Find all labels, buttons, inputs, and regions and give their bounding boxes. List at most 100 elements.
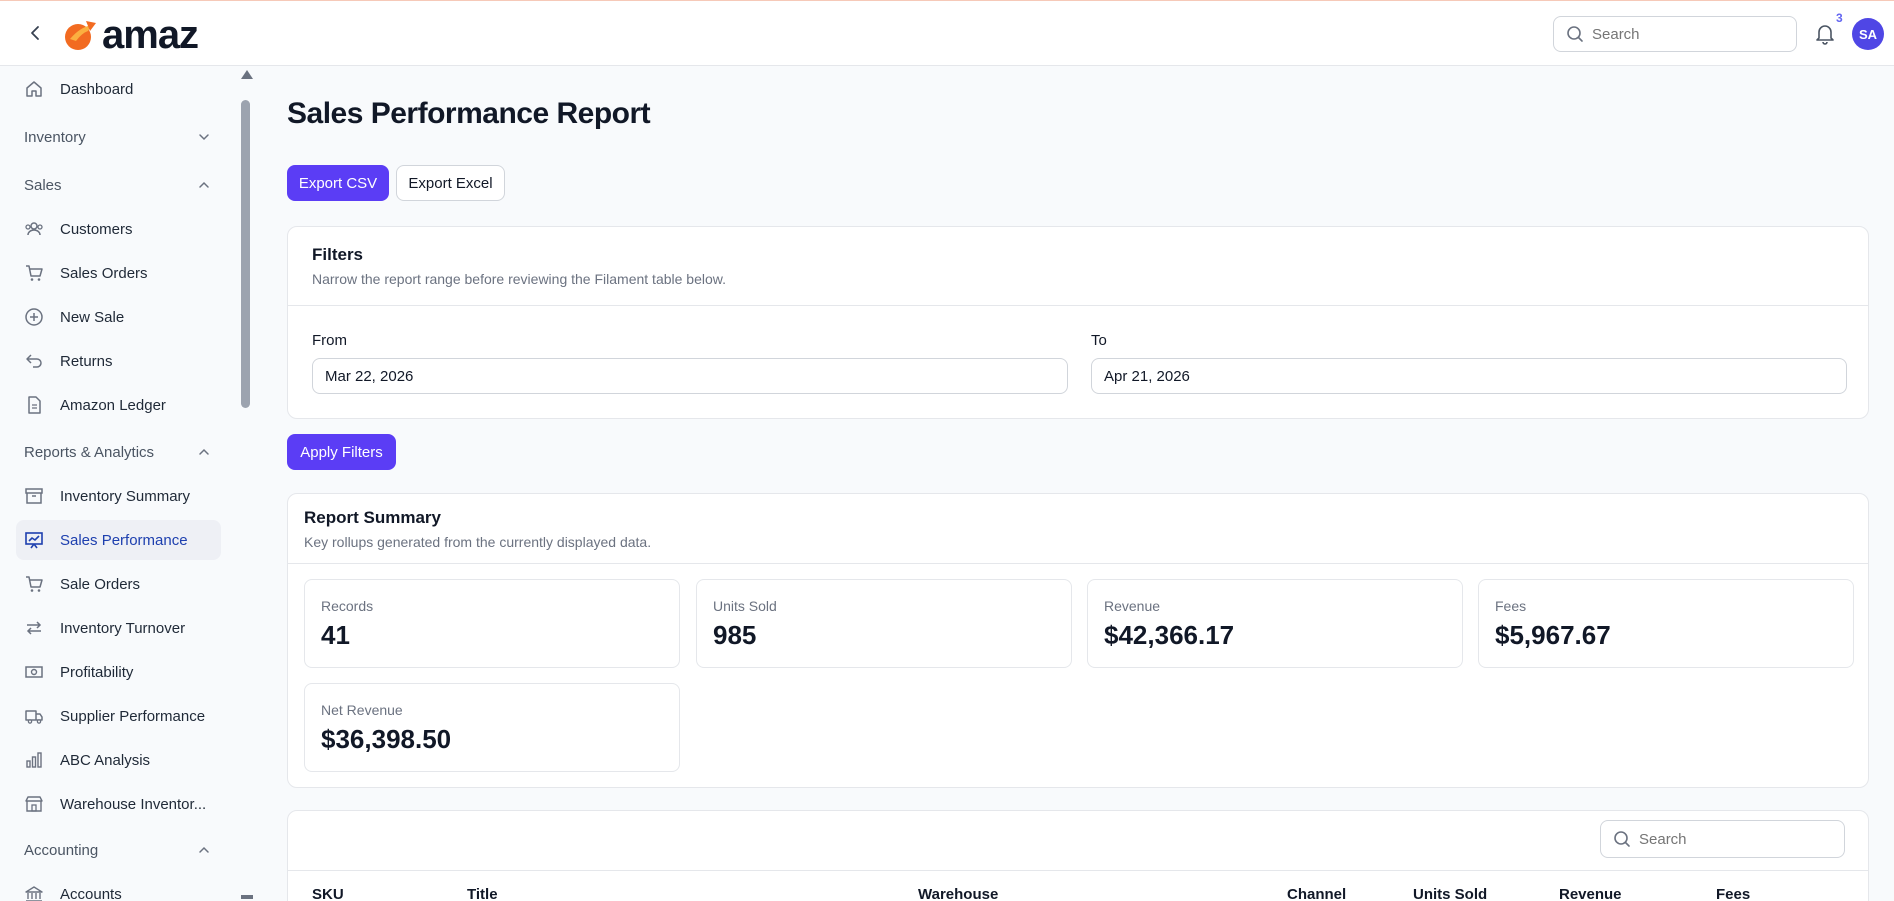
sidebar-scrollbar[interactable] (238, 70, 253, 900)
sidebar-item-label: Amazon Ledger (60, 396, 166, 414)
sidebar-item-label: Inventory Summary (60, 487, 191, 505)
global-search[interactable] (1553, 16, 1797, 52)
bank-icon (25, 886, 43, 901)
to-date-input[interactable] (1091, 358, 1847, 394)
sidebar-item-warehouse-inventory[interactable]: Warehouse Inventor... (16, 784, 221, 824)
page-title: Sales Performance Report (287, 97, 651, 130)
chevron-up-icon (199, 846, 209, 853)
filters-subtitle: Narrow the report range before reviewing… (312, 271, 726, 287)
building-storefront-icon (25, 796, 43, 812)
search-icon (1567, 26, 1583, 42)
summary-subtitle: Key rollups generated from the currently… (304, 534, 652, 550)
arrows-right-left-icon (26, 621, 42, 635)
users-icon (25, 222, 43, 236)
stat-label: Records (321, 598, 374, 614)
stat-records: Records 41 (304, 579, 680, 668)
table-search[interactable] (1600, 820, 1845, 858)
sidebar-group-label: Accounting (24, 841, 99, 859)
chevron-down-icon (199, 134, 209, 141)
home-icon (26, 81, 42, 97)
apply-filters-button[interactable]: Apply Filters (287, 434, 396, 470)
sidebar-item-label: Accounts (60, 885, 122, 901)
stat-value: $5,967.67 (1495, 620, 1611, 650)
sidebar-group-label: Sales (24, 176, 62, 194)
sidebar-item-label: Dashboard (60, 80, 134, 98)
stat-value: $36,398.50 (321, 724, 452, 754)
notifications-button[interactable] (1812, 21, 1838, 47)
sidebar-item-profitability[interactable]: Profitability (16, 652, 221, 692)
sidebar-item-dashboard[interactable]: Dashboard (16, 69, 221, 109)
column-header-sku[interactable]: SKU (312, 886, 344, 901)
cart-icon (26, 265, 43, 281)
sidebar-item-label: Inventory Turnover (60, 619, 186, 637)
sidebar-item-sale-orders[interactable]: Sale Orders (16, 564, 221, 604)
column-header-revenue[interactable]: Revenue (1559, 886, 1622, 901)
sidebar-group-label: Inventory (24, 128, 86, 146)
sidebar-item-new-sale[interactable]: New Sale (16, 297, 221, 337)
sidebar: Dashboard Inventory Sales Customers Sale… (0, 66, 255, 901)
sidebar-group-label: Reports & Analytics (24, 443, 155, 461)
stat-value: 41 (321, 620, 350, 650)
column-header-warehouse[interactable]: Warehouse (918, 886, 998, 901)
stat-value: $42,366.17 (1104, 620, 1235, 650)
sidebar-item-label: Sales Orders (60, 264, 148, 282)
archive-box-icon (25, 488, 43, 504)
sidebar-item-label: Customers (60, 220, 133, 238)
table-header-divider (288, 870, 1868, 871)
filters-title: Filters (312, 245, 364, 264)
truck-icon (25, 710, 43, 724)
sidebar-item-accounts[interactable]: Accounts (16, 874, 221, 901)
stat-units-sold: Units Sold 985 (696, 579, 1072, 668)
chevron-up-icon (199, 181, 209, 188)
sidebar-item-inventory-summary[interactable]: Inventory Summary (16, 476, 221, 516)
top-bar: amaz 3 SA (0, 0, 1894, 66)
sidebar-item-sales-performance[interactable]: Sales Performance (16, 520, 221, 560)
column-header-units-sold[interactable]: Units Sold (1413, 886, 1487, 901)
sidebar-item-customers[interactable]: Customers (16, 209, 221, 249)
search-icon (1614, 831, 1630, 847)
from-label: From (312, 332, 347, 349)
stat-fees: Fees $5,967.67 (1478, 579, 1854, 668)
column-header-fees[interactable]: Fees (1716, 886, 1750, 901)
logo-mark-icon (65, 21, 96, 50)
export-excel-button[interactable]: Export Excel (396, 165, 505, 201)
sidebar-item-abc-analysis[interactable]: ABC Analysis (16, 740, 221, 780)
avatar[interactable]: SA (1852, 18, 1884, 50)
sidebar-item-label: Supplier Performance (60, 707, 206, 725)
report-summary-card: Report Summary Key rollups generated fro… (287, 493, 1869, 788)
sidebar-item-returns[interactable]: Returns (16, 341, 221, 381)
sidebar-item-sales-orders[interactable]: Sales Orders (16, 253, 221, 293)
scroll-up-arrow[interactable] (241, 70, 253, 79)
sidebar-item-label: ABC Analysis (60, 751, 151, 769)
filters-divider (288, 305, 1868, 306)
chevron-up-icon (199, 448, 209, 455)
column-header-title[interactable]: Title (467, 886, 498, 901)
bar-chart-icon (26, 752, 42, 768)
table-search-input[interactable] (1639, 830, 1819, 848)
sidebar-item-supplier-performance[interactable]: Supplier Performance (16, 696, 221, 736)
back-button[interactable] (24, 21, 48, 45)
summary-divider (288, 563, 1868, 564)
global-search-input[interactable] (1592, 25, 1772, 43)
stat-label: Revenue (1104, 598, 1161, 614)
column-header-channel[interactable]: Channel (1287, 886, 1346, 901)
plus-circle-icon (25, 308, 43, 326)
sidebar-group-reports[interactable]: Reports & Analytics (24, 437, 210, 467)
sidebar-item-label: Sales Performance (60, 531, 188, 549)
sidebar-item-label: Profitability (60, 663, 134, 681)
app-logo[interactable]: amaz (62, 15, 199, 55)
scroll-thumb[interactable] (241, 100, 250, 408)
sidebar-item-amazon-ledger[interactable]: Amazon Ledger (16, 385, 221, 425)
sidebar-group-inventory[interactable]: Inventory (24, 122, 210, 152)
stat-label: Units Sold (713, 598, 777, 614)
export-csv-button[interactable]: Export CSV (287, 165, 389, 201)
sidebar-group-sales[interactable]: Sales (24, 170, 210, 200)
stat-label: Fees (1495, 598, 1527, 614)
scroll-down-arrow[interactable] (241, 895, 253, 899)
filters-card: Filters Narrow the report range before r… (287, 226, 1869, 419)
from-date-input[interactable] (312, 358, 1068, 394)
notification-badge: 3 (1836, 11, 1843, 25)
sidebar-group-accounting[interactable]: Accounting (24, 835, 210, 865)
sidebar-item-inventory-turnover[interactable]: Inventory Turnover (16, 608, 221, 648)
banknotes-icon (25, 666, 43, 678)
